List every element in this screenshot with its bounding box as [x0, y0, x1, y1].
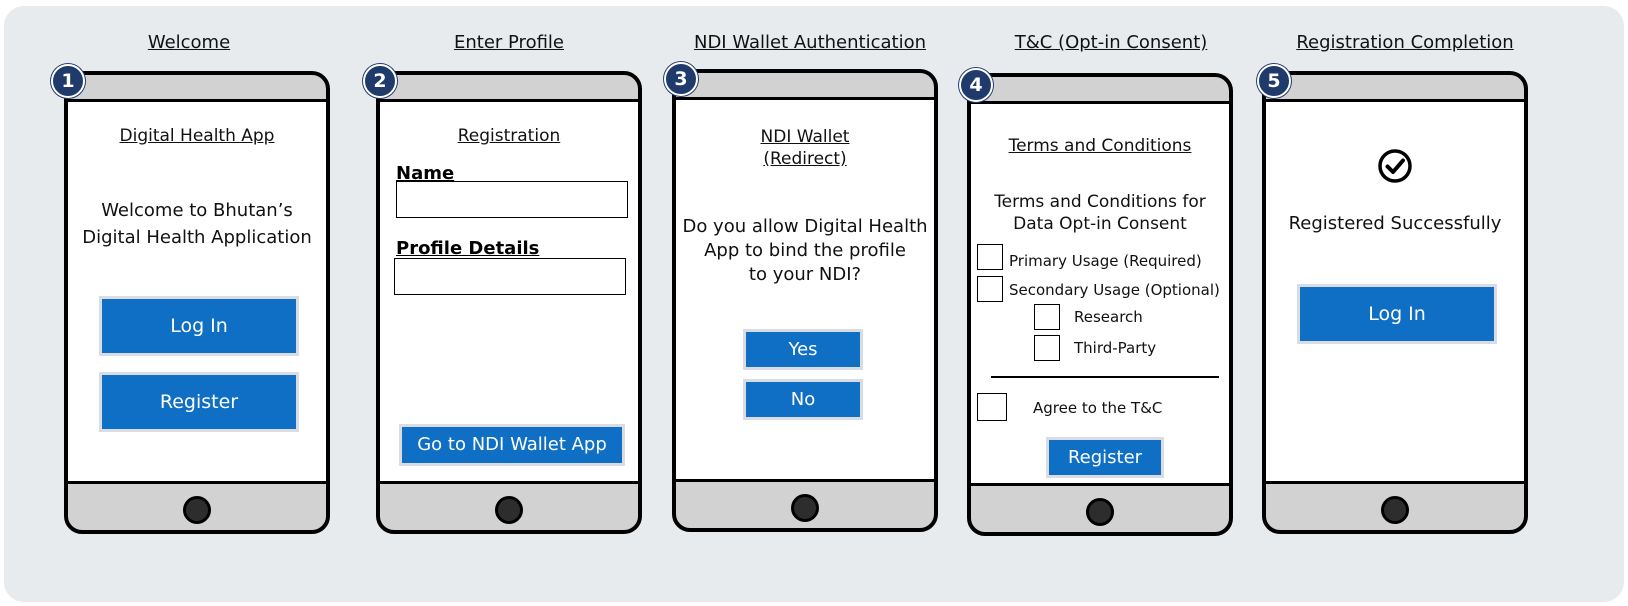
phone-frame: Digital Health App Welcome to Bhutan’s D… [64, 71, 330, 534]
login-button[interactable]: Log In [99, 296, 299, 356]
divider [991, 376, 1219, 378]
terms-subtitle-line-1: Terms and Conditions for [994, 192, 1206, 212]
phone-screen: Digital Health App Welcome to Bhutan’s D… [68, 99, 326, 484]
primary-usage-label: Primary Usage (Required) [1009, 252, 1202, 270]
agree-tc-checkbox[interactable] [977, 393, 1007, 421]
agree-tc-label: Agree to the T&C [1033, 399, 1163, 417]
step-tc-opt-in-consent: T&C (Opt-in Consent) Terms and Condition… [959, 0, 1300, 600]
step-title-enter-profile: Enter Profile [453, 32, 564, 53]
research-label: Research [1074, 308, 1143, 326]
profile-details-label: Profile Details [396, 238, 540, 259]
phone-frame: Terms and Conditions Terms and Condition… [967, 73, 1233, 536]
step-enter-profile: Enter Profile Registration Name Profile … [338, 0, 678, 600]
phone-screen: Registration Name Profile Details Go to … [380, 99, 638, 484]
step-number-badge: 1 [51, 64, 85, 98]
profile-details-input[interactable] [394, 258, 626, 295]
phone-frame: NDI Wallet (Redirect) Do you allow Digit… [672, 69, 938, 532]
step-ndi-wallet-authentication: NDI Wallet Authentication NDI Wallet (Re… [660, 0, 1000, 600]
ndi-wallet-redirect-heading: (Redirect) [763, 149, 847, 169]
name-input[interactable] [396, 181, 628, 218]
check-circle-icon [1377, 148, 1413, 184]
welcome-text-line-2: Digital Health Application [82, 227, 312, 248]
app-title: Digital Health App [119, 126, 275, 146]
phone-frame: Registration Name Profile Details Go to … [376, 71, 642, 534]
secondary-usage-checkbox[interactable] [977, 276, 1003, 302]
phone-screen: NDI Wallet (Redirect) Do you allow Digit… [676, 97, 934, 482]
step-number-badge: 5 [1257, 64, 1291, 98]
step-number-badge: 3 [664, 62, 698, 96]
step-title-tc-opt-in-consent: T&C (Opt-in Consent) [1014, 32, 1208, 53]
no-button[interactable]: No [743, 379, 863, 420]
home-button[interactable] [183, 496, 211, 524]
research-checkbox[interactable] [1034, 304, 1060, 330]
home-button[interactable] [791, 494, 819, 522]
phone-screen: Terms and Conditions Terms and Condition… [971, 101, 1229, 486]
step-title-welcome: Welcome [147, 32, 231, 53]
phone-frame: Registered Successfully Log In [1262, 71, 1528, 534]
login-button[interactable]: Log In [1297, 284, 1497, 344]
home-button[interactable] [1086, 498, 1114, 526]
step-registration-completion: Registration Completion Registered Succe… [1257, 0, 1602, 600]
step-title-ndi-wallet-authentication: NDI Wallet Authentication [693, 32, 927, 53]
register-button[interactable]: Register [99, 372, 299, 432]
ndi-wallet-heading: NDI Wallet [760, 127, 850, 147]
registration-success-text: Registered Successfully [1288, 213, 1502, 234]
step-number-badge: 4 [959, 68, 993, 102]
registration-heading: Registration [457, 126, 561, 146]
secondary-usage-label: Secondary Usage (Optional) [1009, 281, 1220, 299]
step-welcome: Welcome Digital Health App Welcome to Bh… [28, 0, 368, 600]
terms-subtitle-line-2: Data Opt-in Consent [1013, 214, 1187, 234]
home-button[interactable] [495, 496, 523, 524]
go-to-ndi-wallet-button[interactable]: Go to NDI Wallet App [399, 424, 625, 466]
terms-heading: Terms and Conditions [1008, 136, 1192, 156]
primary-usage-checkbox[interactable] [977, 244, 1003, 270]
step-number-badge: 2 [363, 64, 397, 98]
home-button[interactable] [1381, 496, 1409, 524]
bind-question-line-3: to your NDI? [748, 264, 862, 285]
step-title-registration-completion: Registration Completion [1296, 32, 1514, 53]
yes-button[interactable]: Yes [743, 329, 863, 370]
register-button[interactable]: Register [1046, 437, 1164, 478]
bind-question-line-2: App to bind the profile [704, 240, 906, 261]
phone-screen: Registered Successfully Log In [1266, 99, 1524, 484]
third-party-label: Third-Party [1074, 339, 1157, 357]
welcome-text-line-1: Welcome to Bhutan’s [101, 200, 293, 221]
third-party-checkbox[interactable] [1034, 335, 1060, 361]
bind-question-line-1: Do you allow Digital Health [682, 216, 928, 237]
